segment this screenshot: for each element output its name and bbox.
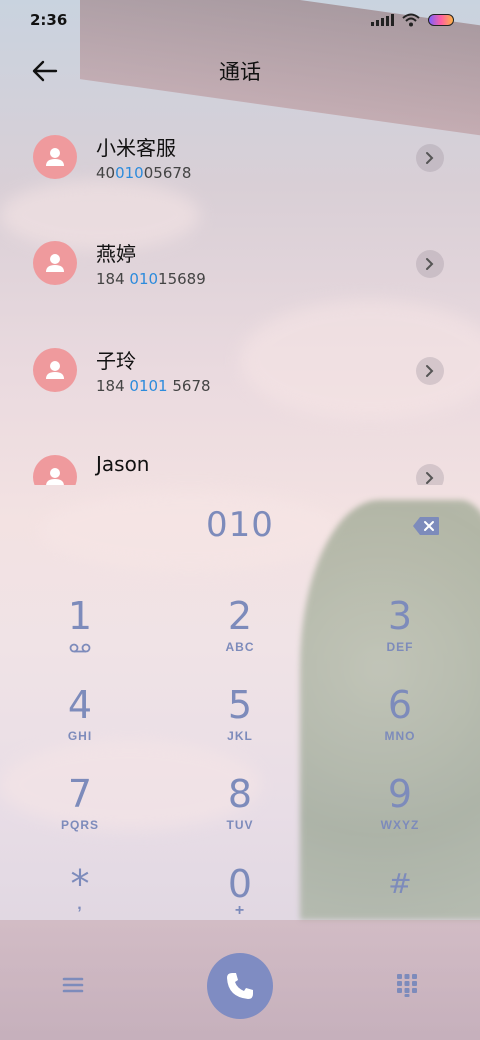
avatar [33,135,77,179]
key-letters: , [77,896,83,913]
contact-details-button[interactable] [416,357,444,385]
key-digit: 2 [227,594,253,638]
person-icon [46,148,64,166]
dial-key-2[interactable]: 2 ABC [180,594,300,674]
contact-number: 184 0101 5678 [96,377,211,395]
contact-name: 燕婷 [96,242,136,266]
dial-key-0[interactable]: 0 + [180,862,300,942]
key-letters: JKL [227,729,253,743]
contact-details-button[interactable] [416,144,444,172]
page-title: 通话 [219,60,261,84]
contact-details-button[interactable] [416,250,444,278]
entered-number-display: 010 [206,505,274,545]
key-digit: 3 [387,594,413,638]
dial-key-5[interactable]: 5 JKL [180,683,300,763]
key-digit: 9 [387,772,413,816]
avatar [33,348,77,392]
person-icon [46,361,64,379]
dial-key-9[interactable]: 9 WXYZ [340,772,460,852]
contact-number: 184 01015689 [96,270,206,288]
contact-row[interactable]: 燕婷 184 01015689 [0,216,480,312]
contact-row[interactable]: 子玲 184 0101 5678 [0,323,480,419]
key-digit: 6 [387,683,413,727]
contact-row[interactable]: 小米客服 4001005678 [0,110,480,206]
key-letters: GHI [67,729,93,743]
chevron-right-icon [426,258,434,270]
key-letters: PQRS [60,818,99,832]
contact-name: Jason [96,452,150,476]
key-letters: ABC [225,640,255,654]
voicemail-icon [69,643,91,653]
chevron-right-icon [426,152,434,164]
key-digit: 7 [67,772,93,816]
wifi-icon [402,13,420,27]
key-digit: 4 [67,683,93,727]
key-digit: 5 [227,683,253,727]
contact-details-button[interactable] [416,464,444,485]
key-letters: MNO [384,729,416,743]
keypad-toggle-icon[interactable] [394,972,420,998]
key-digit: # [388,867,412,900]
call-button[interactable] [207,953,273,1019]
key-letters: WXYZ [380,818,420,832]
contact-number: 4001005678 [96,164,192,182]
contact-row[interactable]: Jason [0,430,480,485]
status-time: 2:36 [30,11,68,29]
dial-key-6[interactable]: 6 MNO [340,683,460,763]
key-digit: 8 [227,772,253,816]
person-icon [46,468,64,485]
menu-icon[interactable] [60,972,86,998]
dial-key-hash[interactable]: # [340,862,460,942]
key-letters: TUV [226,818,254,832]
status-bar: 2:36 [0,0,480,40]
dial-key-3[interactable]: 3 DEF [340,594,460,674]
signal-icon [371,14,394,26]
avatar [33,241,77,285]
key-digit: 0 [227,862,253,906]
chevron-right-icon [426,365,434,377]
phone-icon [227,973,253,999]
person-icon [46,254,64,272]
contact-name: 子玲 [96,349,136,373]
dial-key-7[interactable]: 7 PQRS [20,772,140,852]
battery-icon [428,14,454,26]
avatar [33,455,77,485]
chevron-right-icon [426,472,434,484]
key-letters: DEF [386,640,414,654]
header: 通话 [0,50,480,90]
dial-key-4[interactable]: 4 GHI [20,683,140,763]
dial-key-star[interactable]: * , [20,862,140,942]
backspace-icon[interactable] [412,516,440,536]
key-letters: + [234,902,246,919]
contact-name: 小米客服 [96,136,176,160]
dial-key-1[interactable]: 1 [20,594,140,674]
contact-suggestion-list: 小米客服 4001005678 燕婷 184 01015689 子玲 184 0… [0,110,480,485]
dial-key-8[interactable]: 8 TUV [180,772,300,852]
key-digit: 1 [67,594,93,638]
